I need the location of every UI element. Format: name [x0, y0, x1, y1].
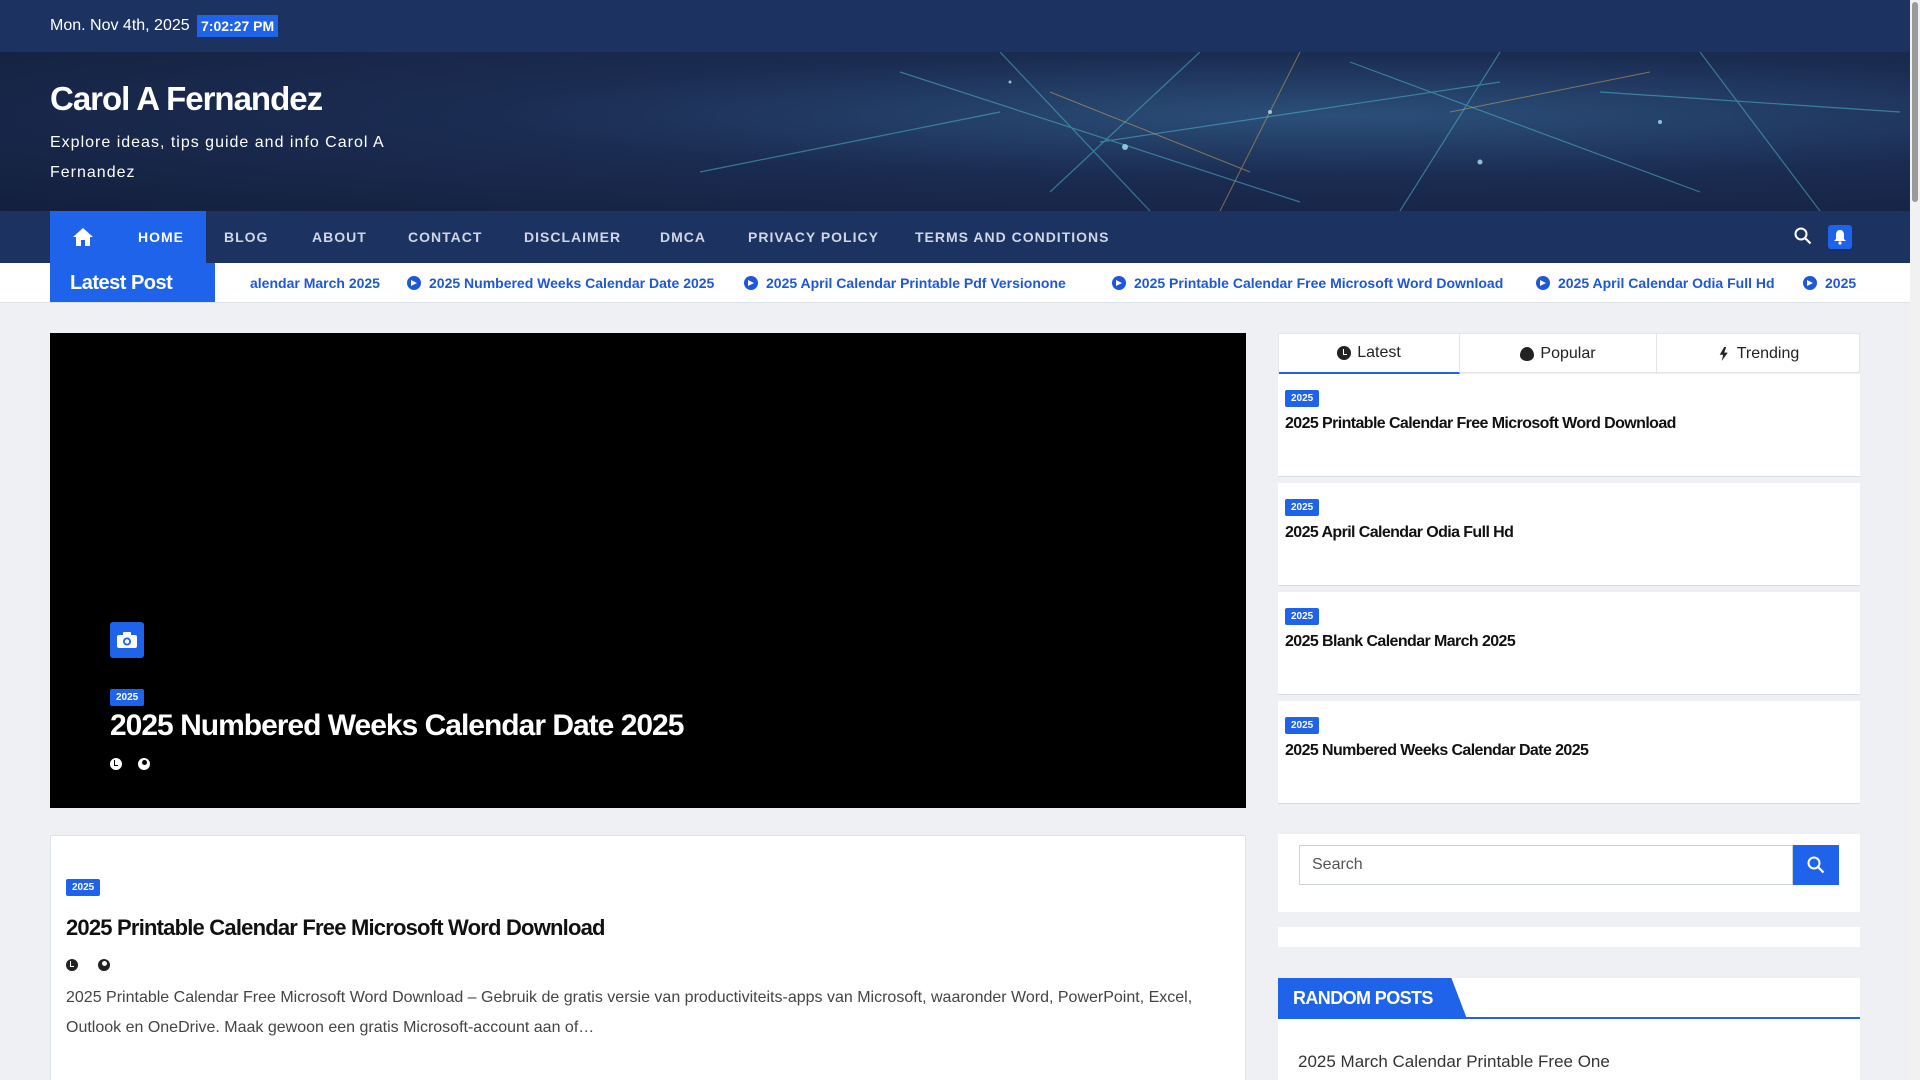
site-description: Explore ideas, tips guide and info Carol… — [50, 134, 384, 181]
sidebar-post-title[interactable]: 2025 Blank Calendar March 2025 — [1285, 633, 1516, 651]
sidebar-widget-empty — [1278, 927, 1860, 947]
latest-post-ticker: Latest Post alendar March 2025 2025 Numb… — [0, 263, 1910, 303]
ticker-track: alendar March 2025 2025 Numbered Weeks C… — [215, 263, 1860, 302]
scrollbar-thumb[interactable] — [1912, 2, 1918, 202]
category-badge[interactable]: 2025 — [66, 879, 101, 896]
category-badge[interactable]: 2025 — [1285, 499, 1320, 516]
page-scrollbar[interactable] — [1910, 0, 1920, 1080]
ticker-item[interactable]: 2025 April Calendar Odia Full Hd — [1536, 275, 1775, 291]
post-excerpt: 2025 Printable Calendar Free Microsoft W… — [66, 989, 1193, 1036]
current-time: 7:02:27 PM — [197, 15, 279, 37]
arrow-right-icon — [1112, 276, 1126, 290]
sidebar-post-title[interactable]: 2025 Printable Calendar Free Microsoft W… — [1285, 415, 1676, 433]
nav-item-contact[interactable]: Contact — [408, 211, 482, 263]
sidebar-tabs: Latest Popular Trending — [1278, 333, 1860, 374]
main-navigation: Home Blog About Contact Disclaimer DMCA … — [0, 211, 1910, 263]
camera-icon-badge — [110, 622, 144, 658]
post-title[interactable]: 2025 Printable Calendar Free Microsoft W… — [66, 915, 605, 941]
sidebar-search — [1278, 834, 1860, 912]
arrow-right-icon — [407, 276, 421, 290]
post-card: 2025 2025 Printable Calendar Free Micros… — [50, 835, 1246, 1080]
arrow-right-icon — [1803, 276, 1817, 290]
tab-popular[interactable]: Popular — [1460, 334, 1657, 374]
ticker-item[interactable]: 2025 April Calendar Printable Pdf Versio… — [744, 275, 1066, 291]
nav-item-privacy-policy[interactable]: Privacy Policy — [748, 211, 879, 263]
widget-heading: RANDOM POSTS — [1278, 978, 1860, 1019]
search-icon — [1807, 856, 1825, 874]
sidebar-post-item[interactable]: 2025 2025 Numbered Weeks Calendar Date 2… — [1278, 701, 1860, 804]
ticker-item[interactable]: alendar March 2025 — [250, 275, 380, 291]
hero-post-title[interactable]: 2025 Numbered Weeks Calendar Date 2025 — [110, 709, 684, 743]
tab-trending[interactable]: Trending — [1657, 334, 1859, 374]
random-posts-heading: RANDOM POSTS — [1278, 978, 1448, 1019]
category-badge[interactable]: 2025 — [1285, 390, 1320, 407]
sidebar-post-title[interactable]: 2025 Numbered Weeks Calendar Date 2025 — [1285, 742, 1589, 760]
category-badge[interactable]: 2025 — [1285, 608, 1320, 625]
site-title[interactable]: Carol A Fernandez — [50, 80, 323, 118]
flame-icon — [1520, 347, 1535, 361]
user-icon — [138, 758, 150, 770]
ticker-item[interactable]: 2025 Printable Calendar Free Microsoft W… — [1112, 275, 1503, 291]
search-icon[interactable] — [1794, 227, 1812, 245]
post-meta — [110, 758, 150, 770]
top-bar: Mon. Nov 4th, 2025 7:02:27 PM — [0, 0, 1910, 52]
nav-item-disclaimer[interactable]: Disclaimer — [524, 211, 621, 263]
random-post-link[interactable]: 2025 March Calendar Printable Free One — [1298, 1052, 1610, 1072]
heading-slant — [1443, 978, 1467, 1019]
bell-icon — [1834, 230, 1846, 245]
current-date: Mon. Nov 4th, 2025 — [50, 17, 190, 34]
random-posts-widget: RANDOM POSTS 2025 March Calendar Printab… — [1278, 978, 1860, 1080]
bolt-icon — [1717, 347, 1731, 361]
nav-item-about[interactable]: About — [312, 211, 367, 263]
featured-post-hero[interactable]: 2025 2025 Numbered Weeks Calendar Date 2… — [50, 333, 1246, 808]
tab-latest[interactable]: Latest — [1279, 334, 1460, 374]
nav-item-blog[interactable]: Blog — [224, 211, 268, 263]
arrow-right-icon — [1536, 276, 1550, 290]
category-badge[interactable]: 2025 — [110, 689, 145, 706]
post-meta — [66, 959, 110, 971]
header-banner: Carol A Fernandez Explore ideas, tips gu… — [0, 52, 1910, 211]
sidebar-post-item[interactable]: 2025 2025 Printable Calendar Free Micros… — [1278, 374, 1860, 477]
clock-icon — [110, 758, 122, 770]
search-button[interactable] — [1793, 845, 1839, 885]
search-input[interactable] — [1299, 845, 1793, 885]
nav-item-dmca[interactable]: DMCA — [660, 211, 706, 263]
sidebar-post-item[interactable]: 2025 2025 April Calendar Odia Full Hd — [1278, 483, 1860, 586]
notification-button[interactable] — [1828, 225, 1852, 249]
nav-item-home[interactable]: Home — [116, 211, 206, 263]
user-icon — [98, 959, 110, 971]
sidebar-post-title[interactable]: 2025 April Calendar Odia Full Hd — [1285, 524, 1514, 542]
arrow-right-icon — [744, 276, 758, 290]
clock-icon — [66, 959, 78, 971]
ticker-item[interactable]: 2025 — [1803, 275, 1856, 291]
category-badge[interactable]: 2025 — [1285, 717, 1320, 734]
camera-icon — [117, 632, 137, 648]
sidebar-post-item[interactable]: 2025 2025 Blank Calendar March 2025 — [1278, 592, 1860, 695]
home-button[interactable] — [50, 211, 116, 263]
nav-item-terms-and-conditions[interactable]: Terms and Conditions — [915, 211, 1109, 263]
ticker-item[interactable]: 2025 Numbered Weeks Calendar Date 2025 — [407, 275, 714, 291]
home-icon — [73, 228, 93, 246]
clock-icon — [1337, 346, 1352, 360]
